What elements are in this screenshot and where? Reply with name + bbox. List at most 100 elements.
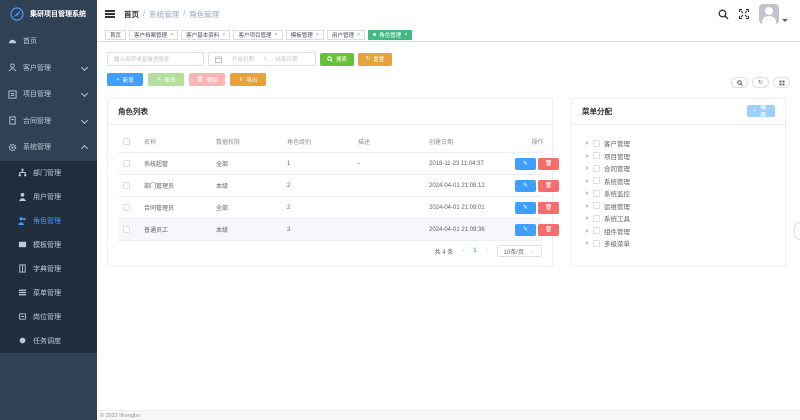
- sidebar-item-projects[interactable]: 项目管理: [0, 81, 97, 108]
- tree-node[interactable]: 系统监控: [586, 187, 630, 200]
- row-checkbox[interactable]: [123, 160, 130, 167]
- tree-checkbox[interactable]: [593, 189, 600, 197]
- tree-checkbox[interactable]: [593, 239, 600, 247]
- delete-row-button[interactable]: 🗑: [538, 201, 559, 214]
- tree-checkbox[interactable]: [593, 202, 600, 210]
- close-icon[interactable]: ×: [316, 32, 319, 38]
- tag-customer-project[interactable]: 客户项目管理 ×: [233, 29, 283, 40]
- close-icon[interactable]: ×: [357, 32, 360, 38]
- delete-row-button[interactable]: 🗑: [538, 179, 559, 192]
- breadcrumb-item[interactable]: 系统管理: [149, 9, 179, 20]
- sidebar-item-menus[interactable]: 菜单管理: [0, 281, 97, 305]
- toggle-search-button[interactable]: [731, 77, 748, 88]
- select-all-checkbox[interactable]: [123, 138, 130, 145]
- edit-row-button[interactable]: ✎: [515, 179, 536, 192]
- close-icon[interactable]: ×: [275, 32, 278, 38]
- tree-checkbox[interactable]: [593, 139, 600, 147]
- row-checkbox[interactable]: [123, 204, 130, 211]
- edit-row-button[interactable]: ✎: [515, 201, 536, 214]
- search-button[interactable]: 搜索: [320, 52, 354, 66]
- tree-checkbox[interactable]: [593, 214, 600, 222]
- sidebar-item-users[interactable]: 用户管理: [0, 185, 97, 209]
- tree-node[interactable]: 组件管理: [586, 225, 630, 238]
- tree-checkbox[interactable]: [593, 177, 600, 185]
- page-size-select[interactable]: 10条/页 ⌄: [496, 245, 542, 257]
- date-range-picker[interactable]: 开始日期 : 结束日期: [208, 52, 316, 66]
- sidebar-item-dept[interactable]: 部门管理: [0, 161, 97, 185]
- table-row[interactable]: 部门管理员 本级 2 2024-04-01 21:08:12 ✎ 🗑: [118, 175, 559, 197]
- avatar[interactable]: [759, 4, 779, 24]
- close-icon[interactable]: ×: [404, 32, 407, 38]
- sidebar-item-customers[interactable]: 客户管理: [0, 55, 97, 82]
- breadcrumb-item[interactable]: 首页: [124, 9, 139, 20]
- tag-roles[interactable]: 角色管理 ×: [368, 29, 413, 40]
- export-button[interactable]: ⇩ 导出: [230, 73, 266, 86]
- refresh-button[interactable]: ↻: [752, 77, 769, 88]
- reset-button[interactable]: ↻ 重置: [358, 52, 392, 66]
- brand[interactable]: 集研项目管理系统: [0, 0, 97, 28]
- tag-template[interactable]: 模板管理 ×: [285, 29, 324, 40]
- tree-node[interactable]: 运维管理: [586, 200, 630, 213]
- edit-button[interactable]: ✎ 修改: [148, 73, 184, 86]
- tree-node[interactable]: 项目管理: [586, 150, 630, 163]
- sidebar-item-home[interactable]: 首页: [0, 28, 97, 55]
- tree-checkbox[interactable]: [593, 152, 600, 160]
- delete-row-button[interactable]: 🗑: [538, 223, 559, 236]
- tree-node[interactable]: 合同管理: [586, 162, 630, 175]
- close-icon[interactable]: ×: [170, 32, 173, 38]
- caret-right-icon[interactable]: [586, 153, 589, 158]
- tag-home[interactable]: 首页: [105, 29, 127, 40]
- caret-right-icon[interactable]: [586, 191, 589, 196]
- caret-right-icon[interactable]: [586, 216, 589, 221]
- next-page-icon[interactable]: ›: [486, 248, 488, 254]
- search-icon[interactable]: [718, 9, 729, 20]
- sidebar-item-jobs[interactable]: 任务调度: [0, 329, 97, 353]
- sidebar-item-contracts[interactable]: 合同管理: [0, 108, 97, 135]
- sidebar-item-system[interactable]: 系统管理: [0, 134, 97, 161]
- table-row[interactable]: 普通员工 本级 3 2024-04-01 21:09:36 ✎ 🗑: [118, 219, 559, 241]
- caret-right-icon[interactable]: [586, 241, 589, 246]
- table-row[interactable]: 系统超管 全部 1 - 2018-11-23 11:04:37 ✎ 🗑: [118, 153, 559, 175]
- edit-row-button[interactable]: ✎: [515, 157, 536, 170]
- tag-users[interactable]: 用户管理 ×: [326, 29, 366, 40]
- caret-down-icon[interactable]: [782, 18, 788, 22]
- add-button[interactable]: + 新增: [107, 73, 143, 86]
- tree-node[interactable]: 系统工具: [586, 212, 630, 225]
- edit-row-button[interactable]: ✎: [515, 223, 536, 236]
- hamburger-icon[interactable]: [105, 9, 115, 19]
- sidebar-item-templates[interactable]: 模板管理: [0, 233, 97, 257]
- caret-right-icon[interactable]: [586, 228, 589, 233]
- column-header[interactable]: 数据权限: [216, 137, 287, 146]
- caret-right-icon[interactable]: [586, 178, 589, 183]
- tree-node[interactable]: 多级菜单: [586, 237, 630, 250]
- sidebar-item-posts[interactable]: 岗位管理: [0, 305, 97, 329]
- close-icon[interactable]: ×: [222, 32, 225, 38]
- fullscreen-icon[interactable]: [739, 9, 749, 19]
- row-checkbox[interactable]: [123, 226, 130, 233]
- column-header[interactable]: 角色级别: [287, 137, 358, 146]
- column-header[interactable]: 创建日期: [429, 137, 515, 146]
- delete-button[interactable]: 🗑 删除: [189, 73, 225, 86]
- columns-button[interactable]: [773, 77, 790, 88]
- caret-right-icon[interactable]: [586, 166, 589, 171]
- page-number[interactable]: 1: [473, 248, 476, 254]
- search-input[interactable]: 输入名称或者描述搜索: [107, 52, 204, 66]
- column-header[interactable]: 名称: [144, 137, 216, 146]
- table-row[interactable]: 合同管理员 全部 2 2024-04-01 21:09:01 ✎ 🗑: [118, 197, 559, 219]
- tree-checkbox[interactable]: [593, 164, 600, 172]
- sidebar-item-roles[interactable]: 角色管理: [0, 209, 97, 233]
- caret-right-icon[interactable]: [586, 203, 589, 208]
- sidebar-item-dict[interactable]: 字典管理: [0, 257, 97, 281]
- tree-node[interactable]: 系统管理: [586, 175, 630, 188]
- caret-right-icon[interactable]: [586, 141, 589, 146]
- column-header[interactable]: 描述: [358, 137, 429, 146]
- delete-row-button[interactable]: 🗑: [538, 157, 559, 170]
- tag-customer-basic[interactable]: 客户基本资料 ×: [181, 29, 231, 40]
- prev-page-icon[interactable]: ‹: [462, 248, 464, 254]
- tree-checkbox[interactable]: [593, 227, 600, 235]
- save-button[interactable]: ✓ 保存: [747, 105, 775, 119]
- settings-drawer-handle[interactable]: [794, 222, 800, 240]
- tree-node[interactable]: 客户管理: [586, 137, 630, 150]
- tag-customer-archive[interactable]: 客户档案管理 ×: [129, 29, 179, 40]
- row-checkbox[interactable]: [123, 182, 130, 189]
